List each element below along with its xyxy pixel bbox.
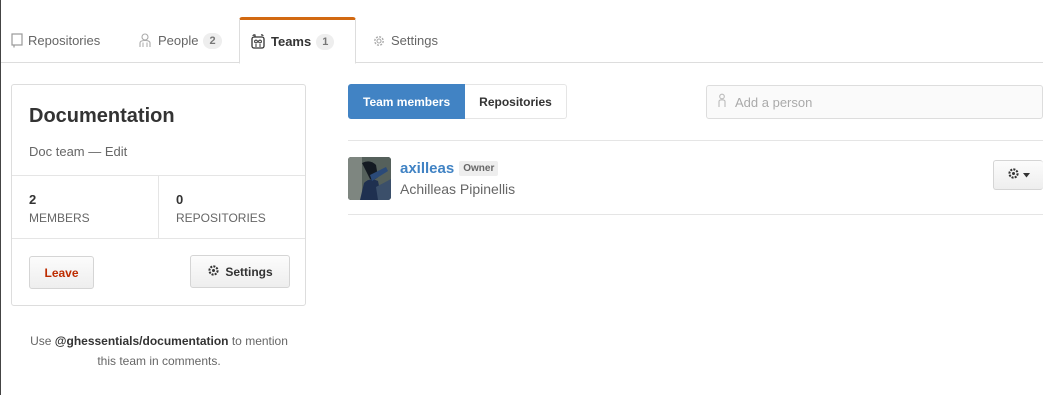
people-counter: 2 <box>203 32 222 49</box>
add-person-input[interactable]: Add a person <box>706 85 1043 119</box>
org-tabnav: Repositories People 2 Teams 1 Settings <box>1 0 1043 64</box>
repo-icon <box>11 33 23 48</box>
gear-icon <box>1007 167 1020 183</box>
leave-team-button[interactable]: Leave <box>29 256 94 289</box>
tab-teams[interactable]: Teams 1 <box>239 17 356 64</box>
member-login-row: axilleas Owner <box>400 160 499 177</box>
tab-label: People <box>158 33 199 48</box>
settings-button-label: Settings <box>225 264 273 279</box>
description-separator: — <box>84 144 105 159</box>
gear-icon <box>372 34 386 48</box>
tab-settings[interactable]: Settings <box>362 17 448 64</box>
tab-label: Repositories <box>28 33 101 48</box>
members-label: MEMBERS <box>29 211 90 225</box>
team-settings-button[interactable]: Settings <box>190 255 290 288</box>
tab-label: Teams <box>271 34 312 49</box>
repositories-count: 0 <box>176 192 184 207</box>
owner-badge: Owner <box>459 161 499 176</box>
subnav-repositories[interactable]: Repositories <box>465 84 567 119</box>
people-icon <box>137 33 153 48</box>
team-subnav: Team members Repositories <box>348 84 567 119</box>
repositories-stat[interactable]: 0 REPOSITORIES <box>158 176 305 238</box>
team-summary-box: Documentation Doc team — Edit 2 MEMBERS … <box>11 84 306 306</box>
member-list-divider-top <box>348 140 1043 141</box>
member-actions-dropdown[interactable] <box>993 160 1043 190</box>
teams-counter: 1 <box>316 33 335 50</box>
tab-label: Settings <box>391 33 438 48</box>
mention-prefix: Use <box>30 334 55 348</box>
tab-people[interactable]: People 2 <box>127 17 232 64</box>
teams-icon <box>250 34 266 49</box>
team-stats: 2 MEMBERS 0 REPOSITORIES <box>12 175 305 239</box>
gear-icon <box>207 264 220 280</box>
members-stat[interactable]: 2 MEMBERS <box>12 176 158 238</box>
member-list-divider-bottom <box>348 214 1043 215</box>
mention-handle: @ghessentials/documentation <box>54 334 229 348</box>
member-login[interactable]: axilleas <box>400 160 454 177</box>
mention-suffix: to mention <box>228 334 288 348</box>
person-add-icon <box>717 93 727 111</box>
mention-line2: this team in comments. <box>97 354 221 368</box>
tab-repositories[interactable]: Repositories <box>1 17 110 64</box>
mention-hint: Use @ghessentials/documentation to menti… <box>0 331 318 371</box>
team-description-text: Doc team <box>29 144 85 159</box>
members-count: 2 <box>29 192 37 207</box>
repositories-label: REPOSITORIES <box>176 211 266 225</box>
add-person-placeholder: Add a person <box>735 94 813 110</box>
subnav-team-members[interactable]: Team members <box>348 84 466 119</box>
team-name: Documentation <box>29 105 175 127</box>
chevron-down-icon <box>1023 170 1030 181</box>
avatar[interactable] <box>348 157 391 200</box>
member-full-name: Achilleas Pipinellis <box>400 181 516 197</box>
team-description: Doc team — Edit <box>29 144 127 159</box>
edit-team-link[interactable]: Edit <box>105 144 127 159</box>
